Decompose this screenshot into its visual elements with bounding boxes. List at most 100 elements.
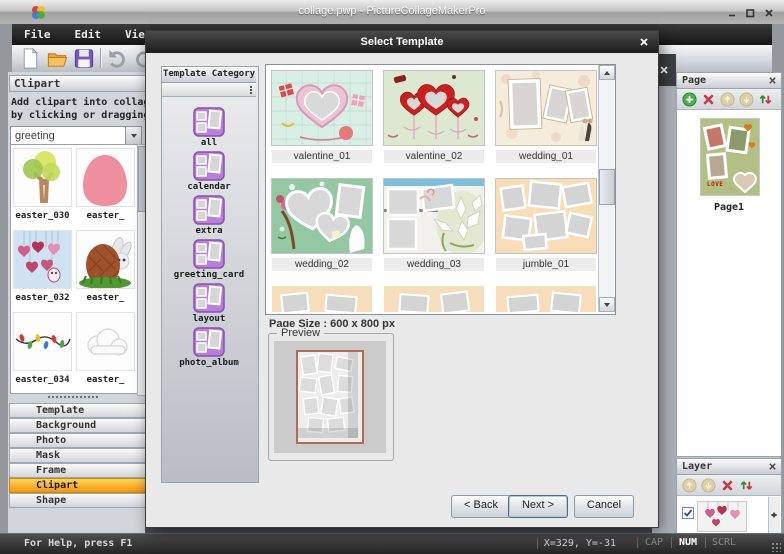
template-jumble-01[interactable]: jumble_01 [493, 178, 599, 271]
add-page-icon[interactable] [682, 91, 697, 107]
clipart-scrollbar[interactable] [137, 144, 145, 396]
layer-scrollbar[interactable] [768, 497, 780, 533]
template-valentine-01[interactable]: valentine_01 [269, 70, 375, 163]
clipart-list: easter_030 easter_ easter_032 easter_ ea… [10, 144, 138, 394]
string-lights-clipart-icon [14, 313, 71, 370]
easter-egg-bunny-clipart-icon [77, 231, 134, 288]
category-photo-album[interactable]: photo_album [162, 327, 256, 371]
close-button[interactable] [760, 6, 777, 19]
layer-panel: Layer [676, 458, 782, 535]
toolbar-separator [100, 48, 102, 68]
application-window: collage.pwp - PictureCollageMakerPro Fil… [0, 0, 784, 554]
swap-pages-icon[interactable] [758, 92, 773, 107]
page1-label: Page1 [713, 202, 745, 213]
close-layer-panel-icon[interactable] [768, 462, 777, 471]
clipart-item-label: easter_ [86, 375, 125, 385]
category-label: all [200, 138, 218, 148]
valentine-01-thumbnail [272, 71, 372, 145]
tab-frame[interactable]: Frame [9, 463, 145, 478]
template-wedding-01[interactable]: wedding_01 [493, 70, 599, 163]
clipart-description: Add clipart into collage by clicking or … [11, 97, 145, 121]
template-label: wedding_01 [496, 150, 596, 163]
scroll-up-button[interactable] [599, 65, 615, 80]
select-template-dialog: Select Template Template Category all ca… [145, 30, 659, 528]
overflow-menu-icon[interactable] [250, 86, 252, 88]
template-partial-row[interactable] [496, 286, 596, 312]
undo-icon[interactable] [105, 47, 129, 70]
tree-clipart-icon [14, 149, 71, 206]
title-bar: collage.pwp - PictureCollageMakerPro [0, 0, 784, 24]
new-document-icon[interactable] [18, 47, 42, 70]
layer-thumbnail[interactable] [697, 501, 747, 532]
template-valentine-02[interactable]: valentine_02 [381, 70, 487, 163]
clipart-item[interactable]: easter_034 [11, 309, 74, 391]
preview-collage-image [298, 352, 358, 438]
tab-shape[interactable]: Shape [9, 493, 145, 508]
delete-page-icon[interactable] [701, 92, 716, 107]
template-label: valentine_01 [272, 150, 372, 163]
minimize-button[interactable] [723, 6, 740, 19]
scrollbar-thumb[interactable] [599, 169, 615, 205]
tab-mask[interactable]: Mask [9, 448, 145, 463]
dropdown-arrow-icon[interactable] [125, 127, 141, 144]
scroll-down-button[interactable] [599, 297, 615, 312]
template-label: wedding_02 [272, 258, 372, 271]
save-icon[interactable] [72, 47, 96, 70]
template-scrollbar[interactable] [598, 65, 615, 312]
category-extra[interactable]: extra [162, 195, 256, 239]
clipart-item[interactable]: easter_ [74, 309, 137, 391]
category-all[interactable]: all [162, 107, 256, 151]
clipart-scrollbar-thumb[interactable] [138, 146, 145, 212]
menu-edit[interactable]: Edit [63, 24, 114, 45]
num-lock-indicator: NUM [671, 537, 704, 548]
clipart-category-select[interactable]: greeting [10, 126, 142, 145]
maximize-button[interactable] [741, 6, 758, 19]
tab-clipart[interactable]: Clipart [9, 478, 145, 493]
clipart-category-value: greeting [15, 129, 55, 142]
template-label: jumble_01 [496, 258, 596, 271]
resize-grip[interactable] [771, 542, 781, 552]
clipart-item-label: easter_ [86, 211, 125, 221]
clipart-item-label: easter_032 [15, 293, 70, 303]
swap-layers-icon[interactable] [739, 478, 754, 493]
clipart-item[interactable]: easter_032 [11, 227, 74, 309]
page-panel-toolbar [677, 89, 781, 110]
category-icon [193, 107, 225, 137]
menu-file[interactable]: File [12, 24, 63, 45]
layer-hearts-image [698, 502, 746, 531]
template-partial-row[interactable] [272, 286, 372, 312]
clipart-item[interactable]: easter_030 [11, 145, 74, 227]
category-icon [193, 283, 225, 313]
template-wedding-03[interactable]: wedding_03 [381, 178, 487, 271]
wedding-02-thumbnail [272, 179, 372, 253]
delete-layer-icon[interactable] [720, 478, 735, 493]
dialog-close-button[interactable] [635, 35, 652, 49]
tab-background[interactable]: Background [9, 418, 145, 433]
layer-scroll-down-icon[interactable] [771, 514, 777, 530]
template-wedding-02[interactable]: wedding_02 [269, 178, 375, 271]
category-layout[interactable]: layout [162, 283, 256, 327]
layer-panel-title: Layer [682, 461, 713, 472]
category-toolbar [162, 83, 256, 97]
jumble-01-thumbnail [496, 179, 596, 253]
clipart-item[interactable]: easter_ [74, 145, 137, 227]
template-category-panel: Template Category all calendar extra gre… [161, 66, 259, 483]
tab-template[interactable]: Template [9, 403, 145, 418]
category-icon [193, 327, 225, 357]
category-calendar[interactable]: calendar [162, 151, 256, 195]
clipart-item[interactable]: easter_ [74, 227, 137, 309]
close-document-icon[interactable] [659, 65, 669, 75]
category-icon [193, 195, 225, 225]
layer-visibility-checkbox[interactable] [682, 507, 694, 519]
close-page-panel-icon[interactable] [768, 76, 777, 85]
cancel-button[interactable]: Cancel [574, 495, 634, 518]
next-button[interactable]: Next > [508, 495, 568, 518]
page-thumbnail[interactable]: LOVE [700, 118, 760, 196]
layer-panel-toolbar [677, 475, 781, 496]
tab-photo[interactable]: Photo [9, 433, 145, 448]
open-folder-icon[interactable] [45, 47, 69, 70]
template-partial-row[interactable] [384, 286, 484, 312]
category-greeting-card[interactable]: greeting_card [162, 239, 256, 283]
splitter-handle[interactable] [48, 396, 98, 402]
back-button[interactable]: < Back [451, 495, 511, 518]
